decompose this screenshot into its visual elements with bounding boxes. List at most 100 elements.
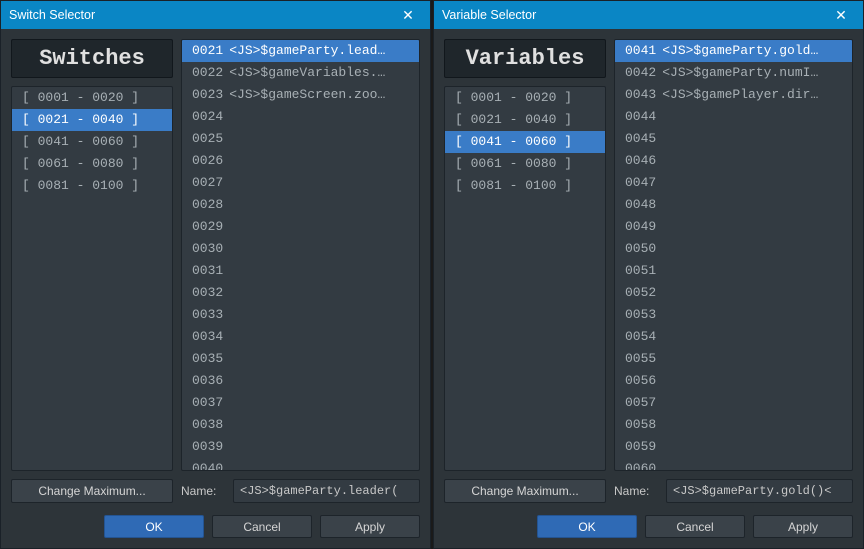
dialog-footer: OK Cancel Apply [434, 509, 863, 548]
panel-title: Switches [11, 39, 173, 78]
close-icon[interactable]: ✕ [394, 1, 422, 29]
list-item[interactable]: 0043 <JS>$gamePlayer.dir… [615, 84, 852, 106]
item-number: 0058 [625, 417, 656, 432]
range-item[interactable]: [ 0041 - 0060 ] [445, 131, 605, 153]
item-number: 0028 [192, 197, 223, 212]
range-listbox[interactable]: [ 0001 - 0020 ][ 0021 - 0040 ][ 0041 - 0… [11, 86, 173, 471]
change-maximum-button[interactable]: Change Maximum... [444, 479, 606, 503]
list-item[interactable]: 0055 [615, 348, 852, 370]
name-input[interactable] [233, 479, 420, 503]
list-item[interactable]: 0038 [182, 414, 419, 436]
list-item[interactable]: 0021 <JS>$gameParty.lead… [182, 40, 419, 62]
name-input[interactable] [666, 479, 853, 503]
list-item[interactable]: 0056 [615, 370, 852, 392]
item-name: <JS>$gameParty.lead… [229, 43, 385, 58]
list-item[interactable]: 0059 [615, 436, 852, 458]
apply-button[interactable]: Apply [320, 515, 420, 538]
range-item[interactable]: [ 0081 - 0100 ] [12, 175, 172, 197]
list-item[interactable]: 0047 [615, 172, 852, 194]
list-item[interactable]: 0025 [182, 128, 419, 150]
list-item[interactable]: 0050 [615, 238, 852, 260]
item-number: 0033 [192, 307, 223, 322]
name-label: Name: [181, 484, 223, 498]
item-number: 0030 [192, 241, 223, 256]
range-item[interactable]: [ 0021 - 0040 ] [445, 109, 605, 131]
range-item[interactable]: [ 0061 - 0080 ] [12, 153, 172, 175]
list-item[interactable]: 0045 [615, 128, 852, 150]
list-item[interactable]: 0036 [182, 370, 419, 392]
ok-button[interactable]: OK [104, 515, 204, 538]
item-number: 0035 [192, 351, 223, 366]
item-number: 0037 [192, 395, 223, 410]
item-number: 0038 [192, 417, 223, 432]
list-item[interactable]: 0030 [182, 238, 419, 260]
titlebar[interactable]: Switch Selector ✕ [1, 1, 430, 29]
item-number: 0042 [625, 65, 656, 80]
range-item[interactable]: [ 0021 - 0040 ] [12, 109, 172, 131]
item-number: 0052 [625, 285, 656, 300]
item-number: 0047 [625, 175, 656, 190]
list-item[interactable]: 0042<JS>$gameParty.numI… [615, 62, 852, 84]
item-number: 0022 [192, 65, 223, 80]
item-number: 0034 [192, 329, 223, 344]
window-body: Switches [ 0001 - 0020 ][ 0021 - 0040 ][… [1, 29, 430, 509]
item-number: 0046 [625, 153, 656, 168]
list-item[interactable]: 0044 [615, 106, 852, 128]
range-item[interactable]: [ 0001 - 0020 ] [12, 87, 172, 109]
list-item[interactable]: 0054 [615, 326, 852, 348]
item-name: <JS>$gamePlayer.dir… [662, 87, 818, 102]
list-item[interactable]: 0051 [615, 260, 852, 282]
list-item[interactable]: 0024 [182, 106, 419, 128]
list-item[interactable]: 0031 [182, 260, 419, 282]
apply-button[interactable]: Apply [753, 515, 853, 538]
change-maximum-button[interactable]: Change Maximum... [11, 479, 173, 503]
item-number: 0025 [192, 131, 223, 146]
item-name: <JS>$gameParty.gold… [662, 43, 818, 58]
list-item[interactable]: 0022<JS>$gameVariables.… [182, 62, 419, 84]
close-icon[interactable]: ✕ [827, 1, 855, 29]
list-item[interactable]: 0048 [615, 194, 852, 216]
list-item[interactable]: 0060 [615, 458, 852, 471]
range-item[interactable]: [ 0001 - 0020 ] [445, 87, 605, 109]
cancel-button[interactable]: Cancel [645, 515, 745, 538]
list-item[interactable]: 0027 [182, 172, 419, 194]
item-listbox[interactable]: 0021 <JS>$gameParty.lead… 0022<JS>$gameVar… [181, 39, 420, 471]
list-item[interactable]: 0041<JS>$gameParty.gold… [615, 40, 852, 62]
list-item[interactable]: 0053 [615, 304, 852, 326]
window-title: Switch Selector [9, 8, 394, 22]
list-item[interactable]: 0028 [182, 194, 419, 216]
list-item[interactable]: 0026 [182, 150, 419, 172]
item-number: 0056 [625, 373, 656, 388]
list-item[interactable]: 0037 [182, 392, 419, 414]
cancel-button[interactable]: Cancel [212, 515, 312, 538]
list-item[interactable]: 0033 [182, 304, 419, 326]
list-item[interactable]: 0035 [182, 348, 419, 370]
range-item[interactable]: [ 0061 - 0080 ] [445, 153, 605, 175]
list-item[interactable]: 0052 [615, 282, 852, 304]
item-number: 0043 [625, 87, 656, 102]
range-item[interactable]: [ 0041 - 0060 ] [12, 131, 172, 153]
list-item[interactable]: 0032 [182, 282, 419, 304]
ok-button[interactable]: OK [537, 515, 637, 538]
item-number: 0051 [625, 263, 656, 278]
item-listbox[interactable]: 0041<JS>$gameParty.gold…0042<JS>$gamePar… [614, 39, 853, 471]
item-number: 0057 [625, 395, 656, 410]
titlebar[interactable]: Variable Selector ✕ [434, 1, 863, 29]
list-item[interactable]: 0029 [182, 216, 419, 238]
list-item[interactable]: 0034 [182, 326, 419, 348]
window-body: Variables [ 0001 - 0020 ][ 0021 - 0040 ]… [434, 29, 863, 509]
list-item[interactable]: 0040 [182, 458, 419, 471]
item-number: 0053 [625, 307, 656, 322]
list-item[interactable]: 0057 [615, 392, 852, 414]
item-number: 0021 [192, 43, 223, 58]
list-item[interactable]: 0046 [615, 150, 852, 172]
range-listbox[interactable]: [ 0001 - 0020 ][ 0021 - 0040 ][ 0041 - 0… [444, 86, 606, 471]
list-item[interactable]: 0049 [615, 216, 852, 238]
list-item[interactable]: 0023<JS>$gameScreen.zoo… [182, 84, 419, 106]
item-number: 0048 [625, 197, 656, 212]
item-number: 0029 [192, 219, 223, 234]
item-number: 0027 [192, 175, 223, 190]
list-item[interactable]: 0039 [182, 436, 419, 458]
list-item[interactable]: 0058 [615, 414, 852, 436]
range-item[interactable]: [ 0081 - 0100 ] [445, 175, 605, 197]
